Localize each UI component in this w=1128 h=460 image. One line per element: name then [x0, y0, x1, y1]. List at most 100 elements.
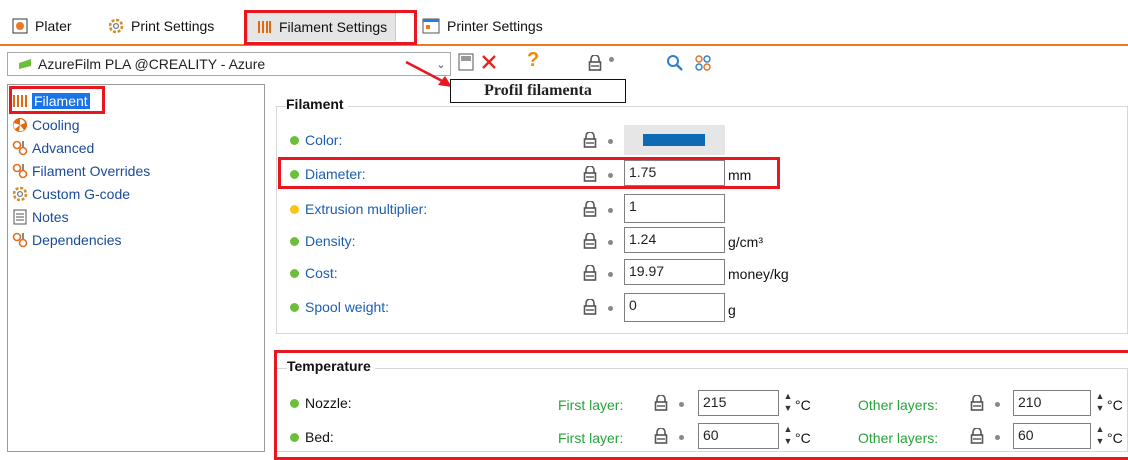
simple-mode-dot [290, 302, 299, 312]
preset-name: AzureFilm PLA @CREALITY - Azure [38, 56, 266, 72]
spool-weight-row: Spool weight: [290, 294, 389, 320]
tab-print-settings-label: Print Settings [131, 18, 215, 34]
tree-item-label: Notes [32, 209, 69, 225]
simple-mode-dot [290, 135, 299, 145]
gear-icon [108, 18, 124, 34]
help-icon[interactable]: ? [527, 49, 539, 72]
printer-icon [422, 18, 440, 34]
nozzle-other-layers-input[interactable]: 210 [1013, 390, 1091, 416]
bed-first-layer-input[interactable]: 60 [698, 423, 779, 449]
highlight-tab [244, 10, 417, 45]
annotation-label: Profil filamenta [450, 79, 626, 103]
simple-mode-dot [290, 236, 299, 246]
color-row: Color: [290, 127, 342, 153]
bullet-icon [608, 240, 613, 245]
compare-icon[interactable] [695, 55, 711, 71]
lock-icon[interactable] [654, 395, 668, 411]
bed-row: Bed: [290, 424, 334, 450]
delete-icon[interactable] [481, 54, 497, 70]
extrusion-input[interactable]: 1 [624, 194, 725, 223]
spool-weight-unit: g [728, 302, 736, 318]
tree-item-notes[interactable]: Notes [12, 207, 69, 227]
nozzle-first-unit: °C [795, 397, 811, 413]
lock-icon[interactable] [583, 265, 597, 281]
lock-icon[interactable] [583, 132, 597, 148]
lock-icon[interactable] [654, 428, 668, 444]
tab-underline [0, 44, 1128, 46]
simple-mode-dot [290, 268, 299, 278]
lock-icon[interactable] [583, 233, 597, 249]
nozzle-other-layers-label: Other layers: [858, 397, 939, 413]
color-picker-button[interactable] [624, 125, 725, 155]
lock-icon[interactable] [970, 395, 984, 411]
tree-item-label: Advanced [32, 140, 95, 156]
wrench-icon [12, 232, 28, 248]
temperature-group-title: Temperature [287, 358, 375, 374]
cost-input[interactable]: 19.97 [624, 259, 725, 285]
filament-group-title: Filament [286, 96, 348, 112]
highlight-tree-filament [9, 86, 105, 114]
spin-arrows-icon[interactable]: ▲ ▼ [781, 423, 795, 449]
tab-plater-label: Plater [35, 18, 72, 34]
spin-arrows-icon[interactable]: ▲ ▼ [1093, 423, 1107, 449]
bullet-icon [679, 402, 684, 407]
bed-label: Bed: [305, 429, 334, 445]
gear-icon [12, 186, 28, 202]
tree-item-dependencies[interactable]: Dependencies [12, 230, 122, 250]
lock-icon[interactable] [588, 55, 602, 71]
simple-mode-dot [290, 432, 299, 442]
settings-tree: Filament Cooling Advanced Filament Overr… [7, 84, 265, 452]
bullet-icon [995, 402, 1000, 407]
lock-icon[interactable] [583, 201, 597, 217]
bed-other-unit: °C [1107, 430, 1123, 446]
wrench-icon [12, 163, 28, 179]
bullet-icon [608, 272, 613, 277]
nozzle-first-layer-label: First layer: [558, 397, 624, 413]
density-input[interactable]: 1.24 [624, 227, 725, 253]
spin-arrows-icon[interactable]: ▲ ▼ [781, 390, 795, 416]
color-label: Color: [305, 132, 343, 148]
tree-item-filament-overrides[interactable]: Filament Overrides [12, 161, 150, 181]
wrench-icon [12, 140, 28, 156]
tree-item-label: Cooling [32, 117, 80, 133]
bed-other-layers-label: Other layers: [858, 430, 939, 446]
density-unit: g/cm³ [728, 234, 763, 250]
tree-item-custom-gcode[interactable]: Custom G-code [12, 184, 130, 204]
nozzle-first-layer-input[interactable]: 215 [698, 390, 779, 416]
nozzle-other-unit: °C [1107, 397, 1123, 413]
cost-row: Cost: [290, 260, 338, 286]
tab-printer-settings-label: Printer Settings [447, 18, 543, 34]
tab-bar: Plater Print Settings Filament Settings … [0, 0, 1128, 46]
bullet-icon [609, 57, 614, 62]
lock-icon[interactable] [970, 428, 984, 444]
fan-icon [13, 118, 27, 132]
nozzle-row: Nozzle: [290, 390, 352, 416]
bed-first-unit: °C [795, 430, 811, 446]
tree-item-label: Dependencies [32, 232, 122, 248]
cost-unit: money/kg [728, 266, 789, 282]
plater-icon [12, 18, 28, 34]
extrusion-row: Extrusion multiplier: [290, 196, 427, 222]
tree-item-advanced[interactable]: Advanced [12, 138, 94, 158]
bed-other-layers-input[interactable]: 60 [1013, 423, 1091, 449]
tab-print-settings[interactable]: Print Settings [108, 12, 214, 40]
preset-combo[interactable]: AzureFilm PLA @CREALITY - Azure ⌄ [7, 52, 451, 76]
bullet-icon [608, 139, 613, 144]
spool-weight-input[interactable]: 0 [624, 293, 725, 322]
advanced-mode-dot [290, 204, 299, 214]
bullet-icon [608, 208, 613, 213]
lock-icon[interactable] [583, 299, 597, 315]
color-swatch [643, 134, 705, 146]
spin-arrows-icon[interactable]: ▲ ▼ [1093, 390, 1107, 416]
search-icon[interactable] [666, 54, 684, 72]
density-row: Density: [290, 228, 356, 254]
simple-mode-dot [290, 398, 299, 408]
cost-label: Cost: [305, 265, 338, 281]
tab-plater[interactable]: Plater [12, 12, 72, 40]
bullet-icon [608, 306, 613, 311]
nozzle-label: Nozzle: [305, 395, 352, 411]
tab-printer-settings[interactable]: Printer Settings [422, 12, 543, 40]
tree-item-cooling[interactable]: Cooling [12, 115, 79, 135]
bullet-icon [995, 435, 1000, 440]
notes-icon [13, 209, 27, 225]
